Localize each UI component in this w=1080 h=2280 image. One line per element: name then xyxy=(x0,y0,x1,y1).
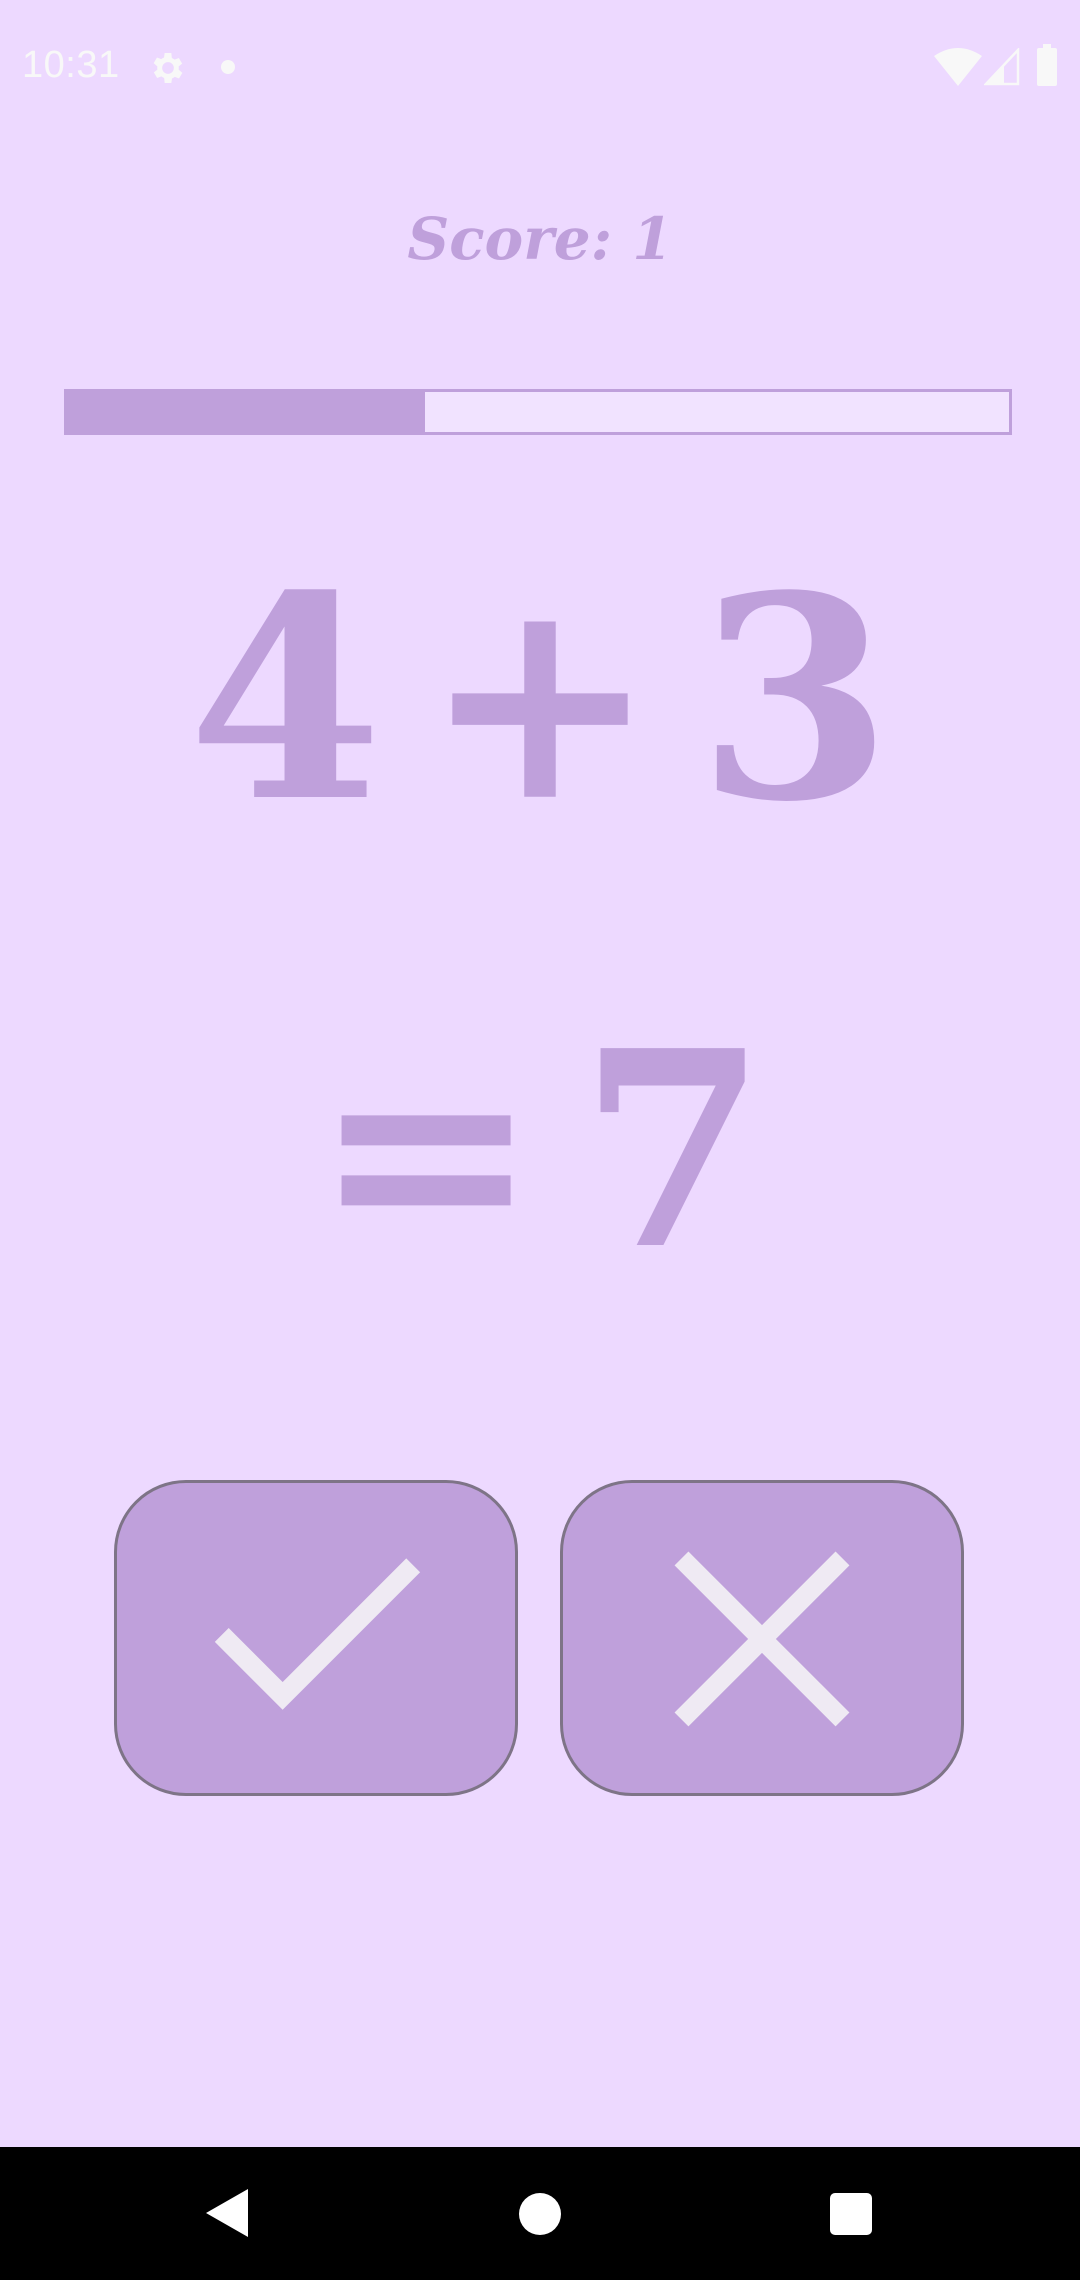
proposed-answer-line: = 7 xyxy=(0,1000,1080,1300)
proposed-answer: 7 xyxy=(579,991,768,1309)
home-icon[interactable] xyxy=(519,2193,561,2235)
wrong-button[interactable] xyxy=(560,1480,964,1796)
back-icon[interactable] xyxy=(204,2187,250,2239)
score-label: Score: 1 xyxy=(407,205,673,273)
gear-icon xyxy=(153,53,183,83)
status-time: 10:31 xyxy=(22,44,120,86)
checkmark-icon xyxy=(214,1558,421,1710)
equation: 4 +3 xyxy=(0,540,1080,860)
recents-icon[interactable] xyxy=(830,2193,872,2235)
progress-fill xyxy=(67,392,425,432)
status-bar: 10:31 xyxy=(0,0,1080,130)
cross-icon xyxy=(674,1551,850,1727)
wifi-icon xyxy=(934,48,982,86)
timer-progress-bar xyxy=(64,389,1012,435)
operand-a: 4 xyxy=(187,535,383,864)
battery-icon xyxy=(1037,44,1057,86)
equals-sign: = xyxy=(312,991,540,1309)
correct-button[interactable] xyxy=(114,1480,518,1796)
operator: + xyxy=(422,535,658,864)
operand-b: 3 xyxy=(697,535,893,864)
cellular-signal-icon xyxy=(984,48,1020,86)
navigation-bar xyxy=(0,2147,1080,2280)
notification-dot-icon xyxy=(221,60,235,74)
